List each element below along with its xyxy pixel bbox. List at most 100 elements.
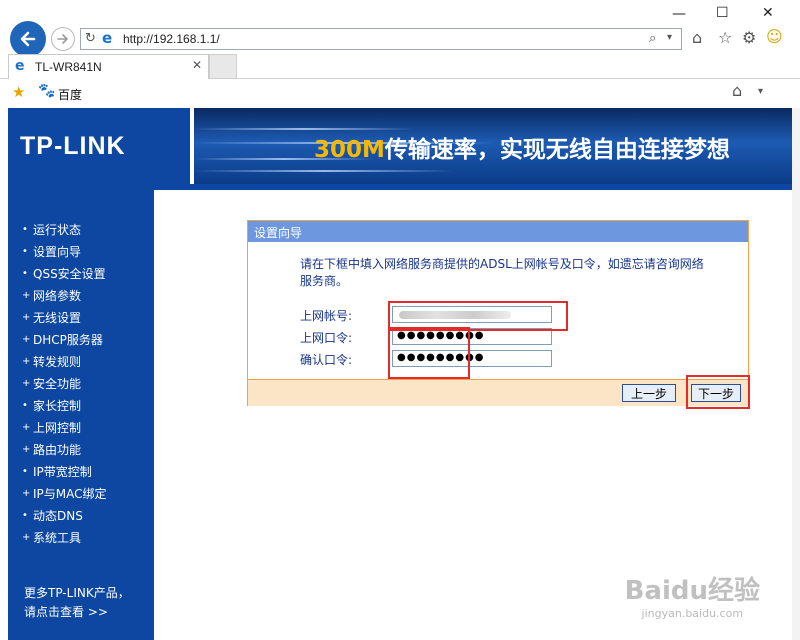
slogan-rest: 传输速率，实现无线自由连接梦想: [384, 137, 730, 163]
baidu-paw-icon: 🐾: [38, 83, 56, 99]
sidebar-item[interactable]: • 运行状态: [22, 218, 107, 240]
sidebar-item-label[interactable]: 家长控制: [33, 397, 81, 414]
bullet-icon: •: [22, 399, 28, 411]
plus-icon: +: [22, 377, 31, 389]
close-window-icon[interactable]: ✕: [762, 5, 774, 21]
sidebar-item-label[interactable]: IP带宽控制: [33, 463, 92, 480]
panel-header: 设置向导: [248, 221, 748, 242]
sidebar-item[interactable]: • QSS安全设置: [22, 262, 107, 284]
ie-page-icon: e: [102, 29, 113, 47]
sidebar-item-label[interactable]: 安全功能: [33, 375, 81, 392]
sidebar-item[interactable]: + 无线设置: [22, 306, 107, 328]
logo-box: TP-LINK: [8, 108, 190, 184]
sidebar-item[interactable]: + IP与MAC绑定: [22, 482, 107, 504]
plus-icon: +: [22, 355, 31, 367]
router-page: TP-LINK 300M传输速率，实现无线自由连接梦想 • 运行状态 • 设置向导 • Q…: [8, 108, 792, 640]
sidebar-item-label[interactable]: 转发规则: [33, 353, 81, 370]
sidebar-item[interactable]: + 上网控制: [22, 416, 107, 438]
sidebar-item-label[interactable]: 上网控制: [33, 419, 81, 436]
search-icon[interactable]: ⌕: [649, 32, 656, 45]
sidebar-item-label[interactable]: 路由功能: [33, 441, 81, 458]
more-products-link[interactable]: 更多TP-LINK产品， 请点击查看 >>: [24, 584, 152, 622]
tp-link-logo: TP-LINK: [20, 132, 126, 160]
nav-list: • 运行状态 • 设置向导 • QSS安全设置 + 网络参数 + 无线设置 + DHCP服务器 + 转发规…: [22, 218, 107, 548]
sidebar-item-label[interactable]: IP与MAC绑定: [33, 485, 107, 502]
button-bar: 上一步 下一步: [248, 375, 750, 409]
sidebar-item[interactable]: + 安全功能: [22, 372, 107, 394]
chevron-down-icon[interactable]: ▾: [667, 33, 672, 43]
sidebar-item-label[interactable]: 无线设置: [33, 309, 81, 326]
refresh-icon[interactable]: ↻: [85, 32, 96, 45]
sidebar-item-label[interactable]: 系统工具: [33, 529, 81, 546]
minimize-icon[interactable]: —: [672, 6, 686, 22]
sidebar-item-label[interactable]: DHCP服务器: [33, 331, 103, 348]
back-button[interactable]: [10, 21, 46, 57]
sidebar-item[interactable]: + 网络参数: [22, 284, 107, 306]
watermark-url: jingyan.baidu.com: [641, 607, 744, 620]
slogan-banner: 300M传输速率，实现无线自由连接梦想: [194, 108, 792, 184]
plus-icon: +: [22, 333, 31, 345]
sidebar-item[interactable]: + DHCP服务器: [22, 328, 107, 350]
account-label: 上网帐号:: [300, 309, 353, 323]
sidebar-item-label[interactable]: 运行状态: [33, 221, 81, 238]
home-menu-icon[interactable]: ⌂: [732, 83, 742, 99]
confirm-password-label: 确认口令:: [300, 353, 353, 367]
star-icon[interactable]: ☆: [718, 30, 732, 46]
plus-icon: +: [22, 487, 31, 499]
content-corner: [154, 190, 194, 220]
sidebar-item[interactable]: • 家长控制: [22, 394, 107, 416]
favorite-link-baidu[interactable]: 百度: [58, 86, 82, 103]
banner: TP-LINK 300M传输速率，实现无线自由连接梦想: [8, 108, 792, 184]
forward-arrow-icon: [57, 34, 69, 44]
baidu-watermark: Baidu经验 jingyan.baidu.com: [625, 570, 760, 620]
sidebar-menu: • 运行状态 • 设置向导 • QSS安全设置 + 网络参数 + 无线设置 + DHCP服务器 + 转发规…: [8, 190, 154, 640]
new-tab-button[interactable]: [209, 54, 237, 79]
smiley-icon[interactable]: ☺: [766, 29, 783, 45]
tab-current[interactable]: e TL-WR841N ✕: [8, 54, 209, 80]
forward-button[interactable]: [51, 27, 75, 51]
bullet-icon: •: [22, 245, 28, 257]
plus-icon: +: [22, 289, 31, 301]
sidebar-item[interactable]: + 路由功能: [22, 438, 107, 460]
sidebar-item[interactable]: • 动态DNS: [22, 504, 107, 526]
sidebar-item-label[interactable]: 动态DNS: [33, 507, 83, 524]
vertical-scrollbar[interactable]: [792, 108, 800, 640]
sidebar-item[interactable]: + 系统工具: [22, 526, 107, 548]
more-products-line1[interactable]: 更多TP-LINK产品，: [24, 584, 152, 603]
bullet-icon: •: [22, 223, 28, 235]
more-products-line2[interactable]: 请点击查看 >>: [24, 603, 152, 622]
maximize-icon[interactable]: ☐: [716, 5, 729, 21]
sidebar-item-label[interactable]: 设置向导: [33, 243, 81, 260]
url-text[interactable]: http://192.168.1.1/: [123, 32, 220, 46]
address-bar[interactable]: ↻ e http://192.168.1.1/ ⌕ ▾: [80, 28, 682, 50]
favorites-bar: ★ 🐾 百度 ⌂ ▾: [0, 79, 800, 107]
instruction-text: 请在下框中填入网络服务商提供的ADSL上网帐号及口令，如遗忘请咨询网络服务商。: [300, 257, 704, 288]
back-arrow-icon: [20, 31, 36, 47]
bullet-icon: •: [22, 267, 28, 279]
home-icon[interactable]: ⌂: [692, 30, 702, 46]
watermark-text: Baidu经验: [624, 576, 760, 606]
sidebar-item-label[interactable]: 网络参数: [33, 287, 81, 304]
bullet-icon: •: [22, 465, 28, 477]
prev-step-button[interactable]: 上一步: [622, 384, 676, 402]
close-tab-icon[interactable]: ✕: [192, 59, 202, 71]
slogan-text: 300M传输速率，实现无线自由连接梦想: [314, 130, 730, 164]
password-highlight-box: [388, 327, 470, 379]
sidebar-item-label[interactable]: QSS安全设置: [33, 265, 106, 282]
favorites-star-icon[interactable]: ★: [12, 85, 25, 100]
plus-icon: +: [22, 421, 31, 433]
plus-icon: +: [22, 531, 31, 543]
next-highlight-box: [686, 375, 750, 409]
password-label: 上网口令:: [300, 331, 353, 345]
bullet-icon: •: [22, 509, 28, 521]
sidebar-item[interactable]: • IP带宽控制: [22, 460, 107, 482]
slogan-highlight: 300M: [314, 137, 385, 163]
ie-tab-icon: e: [15, 58, 25, 74]
setup-wizard-panel: 设置向导 请在下框中填入网络服务商提供的ADSL上网帐号及口令，如遗忘请咨询网络…: [247, 220, 750, 409]
chevron-down-icon[interactable]: ▾: [758, 87, 763, 97]
gear-icon[interactable]: ⚙: [742, 30, 756, 46]
sidebar-item[interactable]: • 设置向导: [22, 240, 107, 262]
plus-icon: +: [22, 443, 31, 455]
panel-title: 设置向导: [254, 226, 303, 240]
sidebar-item[interactable]: + 转发规则: [22, 350, 107, 372]
